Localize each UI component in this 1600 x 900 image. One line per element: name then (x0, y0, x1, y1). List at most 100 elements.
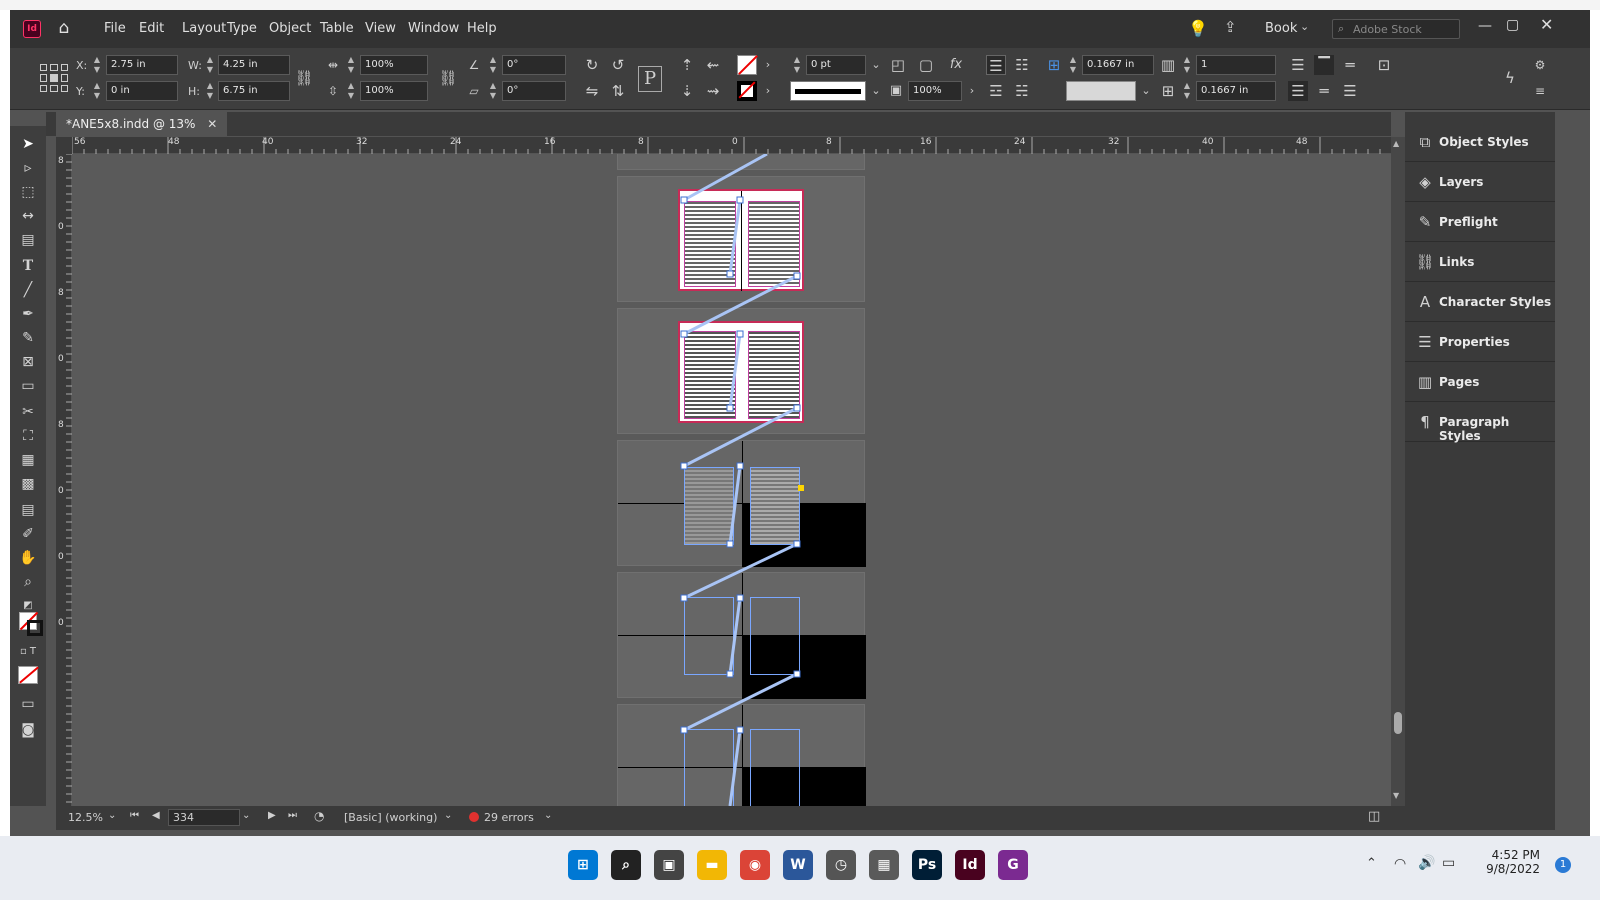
list-options-icon[interactable]: ☰ (1288, 55, 1308, 75)
previous-page-icon[interactable]: ◀ (152, 810, 160, 821)
panel-layers[interactable]: ◈ Layers (1405, 162, 1555, 202)
select-next-icon[interactable]: ⇝ (703, 81, 723, 101)
menu-view[interactable]: View (365, 21, 396, 36)
start-icon[interactable]: ⊞ (568, 850, 598, 880)
preflight-errors[interactable]: 29 errors (484, 811, 534, 824)
zoom-level[interactable]: 12.5% (68, 811, 103, 824)
menu-help[interactable]: Help (467, 21, 497, 36)
panel-links[interactable]: ⛓ Links (1405, 242, 1555, 282)
constrain-proportions-icon[interactable]: ⛓ (294, 68, 314, 88)
scroll-up-icon[interactable]: ▲ (1393, 139, 1399, 148)
panel-properties[interactable]: ☰ Properties (1405, 322, 1555, 362)
columns-field[interactable]: 1 (1196, 55, 1276, 75)
maximize-button[interactable]: ▢ (1506, 17, 1519, 33)
stroke-swatch[interactable] (737, 81, 757, 101)
select-content-icon[interactable]: ⇣ (677, 81, 697, 101)
fill-swatch[interactable] (737, 55, 758, 75)
spread-3[interactable] (617, 440, 866, 567)
panel-menu-icon[interactable]: ≡ (1530, 81, 1550, 101)
stroke-weight-dropdown-icon[interactable]: ⌄ (866, 55, 886, 75)
flip-horizontal-icon[interactable]: ⇋ (582, 81, 602, 101)
gutter-1-stepper[interactable]: ▲ ▼ (1066, 55, 1080, 75)
text-frame-right[interactable] (748, 201, 800, 287)
opacity-dropdown-icon[interactable]: › (962, 81, 982, 101)
fitting-icon[interactable]: ⊡ (1374, 55, 1394, 75)
gradient-feather-tool-icon[interactable]: ▩ (18, 474, 38, 494)
text-frame-right[interactable] (750, 729, 800, 806)
h-stepper[interactable]: ▲ ▼ (203, 81, 217, 101)
reference-point-icon[interactable] (40, 64, 68, 92)
w-field[interactable]: 4.25 in (218, 55, 290, 75)
minimize-button[interactable]: — (1478, 18, 1492, 34)
share-icon[interactable]: ⇪ (1224, 18, 1237, 36)
stroke-weight-stepper[interactable]: ▲ ▼ (790, 55, 804, 75)
screen-mode-icon[interactable]: ▭ (18, 694, 38, 714)
type-tool-icon[interactable]: T (18, 256, 38, 276)
first-page-icon[interactable]: ⏮ (130, 810, 139, 821)
chrome-icon[interactable]: ◉ (740, 850, 770, 880)
chevron-up-icon[interactable]: ⌃ (1366, 856, 1377, 871)
rotate-stepper[interactable]: ▲ ▼ (486, 55, 500, 75)
clock[interactable]: 4:52 PM 9/8/2022 (1470, 848, 1540, 876)
scroll-thumb[interactable] (1394, 712, 1402, 734)
panel-character-styles[interactable]: A Character Styles (1405, 282, 1555, 322)
center-align-frame-icon[interactable]: ═ (1340, 55, 1360, 75)
menu-window[interactable]: Window (408, 21, 459, 36)
stroke-weight-field[interactable]: 0 pt (806, 55, 866, 75)
task-view-icon[interactable]: ▣ (654, 850, 684, 880)
stroke-color-icon[interactable] (27, 620, 43, 636)
rectangle-frame-tool-icon[interactable]: ⊠ (18, 352, 38, 372)
pasteboard[interactable] (72, 154, 1391, 806)
frame-icon[interactable]: ▢ (916, 55, 936, 75)
text-frame-left[interactable] (684, 467, 734, 545)
indesign-icon[interactable]: Id (955, 850, 985, 880)
justify-frame-icon[interactable]: ☰ (1340, 81, 1360, 101)
scale-x-stepper[interactable]: ▲ ▼ (344, 55, 358, 75)
menu-edit[interactable]: Edit (139, 21, 164, 36)
select-previous-icon[interactable]: ⇜ (703, 55, 723, 75)
split-window-icon[interactable]: ◫ (1368, 809, 1380, 824)
page-tool-icon[interactable]: ⬚ (18, 182, 38, 202)
text-frame-left[interactable] (684, 729, 734, 806)
list-justify-icon[interactable]: ☰ (1288, 81, 1308, 101)
stroke-type-selector[interactable] (790, 81, 866, 101)
scale-x-field[interactable]: 100% (360, 55, 428, 75)
home-icon[interactable]: ⌂ (54, 18, 74, 38)
flip-vertical-icon[interactable]: ⇅ (608, 81, 628, 101)
text-frame-left[interactable] (684, 201, 736, 287)
text-wrap-swatch[interactable] (1066, 81, 1136, 101)
menu-type[interactable]: Type (227, 21, 257, 36)
x-field[interactable]: 2.75 in (106, 55, 178, 75)
menu-table[interactable]: Table (320, 21, 354, 36)
spread-top-partial[interactable] (617, 154, 865, 170)
justify-vertical-icon[interactable]: ☵ (1012, 81, 1032, 101)
adobe-stock-search[interactable]: ⌕ Adobe Stock (1332, 19, 1460, 39)
close-button[interactable]: ✕ (1540, 15, 1553, 34)
chevron-down-icon[interactable]: ⌄ (1300, 20, 1309, 33)
align-bottom-icon[interactable]: ☲ (986, 81, 1006, 101)
align-center-icon[interactable]: ☷ (1012, 55, 1032, 75)
spread-5[interactable] (617, 704, 866, 806)
free-transform-tool-icon[interactable]: ⛶ (18, 426, 38, 446)
open-page-icon[interactable]: ◔ (314, 809, 324, 823)
opacity-field[interactable]: 100% (908, 81, 962, 101)
menu-file[interactable]: File (104, 21, 126, 36)
zoom-tool-icon[interactable]: ⌕ (18, 572, 38, 592)
vertical-scrollbar[interactable]: ▲ ▼ (1391, 137, 1405, 806)
word-icon[interactable]: W (783, 850, 813, 880)
rectangle-tool-icon[interactable]: ▭ (18, 376, 38, 396)
stroke-type-dropdown-icon[interactable]: ⌄ (866, 81, 886, 101)
direct-selection-tool-icon[interactable]: ▹ (18, 158, 38, 178)
constrain-scale-icon[interactable]: ⛓ (438, 68, 458, 88)
pdf-app-icon[interactable]: G (998, 850, 1028, 880)
gear-icon[interactable]: ⚙ (1530, 55, 1550, 75)
text-frame-right[interactable] (748, 331, 800, 419)
photoshop-icon[interactable]: Ps (912, 850, 942, 880)
gutter-1-field[interactable]: 0.1667 in (1082, 55, 1154, 75)
workspace-switcher[interactable]: Book (1265, 21, 1297, 36)
preflight-profile[interactable]: [Basic] (working) (344, 811, 437, 824)
last-page-icon[interactable]: ⏭ (288, 810, 297, 821)
battery-icon[interactable]: ▭ (1442, 855, 1455, 871)
menu-layout[interactable]: Layout (182, 21, 226, 36)
panel-pages[interactable]: ▥ Pages (1405, 362, 1555, 402)
